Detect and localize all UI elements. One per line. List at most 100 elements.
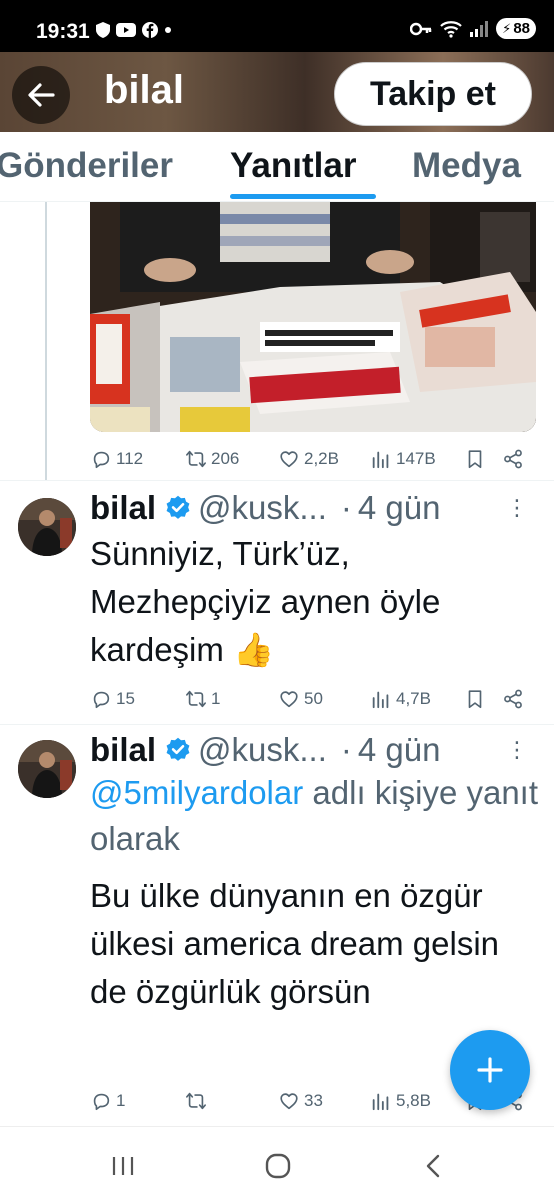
reply-button[interactable]: 15 bbox=[90, 684, 135, 714]
retweet-icon bbox=[186, 1092, 206, 1110]
avatar[interactable] bbox=[18, 498, 76, 556]
tweet-author-name[interactable]: bilal bbox=[90, 489, 156, 527]
like-count: 50 bbox=[304, 689, 323, 708]
reply-count: 15 bbox=[116, 689, 135, 708]
views-button[interactable]: 5,8B bbox=[370, 1086, 431, 1116]
retweet-count: 1 bbox=[211, 689, 221, 708]
like-count: 2,2B bbox=[304, 449, 339, 468]
plus-icon bbox=[477, 1057, 503, 1083]
tweet-actions: 15 1 50 4,7B bbox=[90, 684, 530, 714]
tweet-body: Bu ülke dünyanın en özgür ülkesi america… bbox=[90, 877, 500, 1010]
view-count: 147B bbox=[396, 449, 436, 468]
reply-mention-link[interactable]: @5milyardolar bbox=[90, 774, 303, 811]
arrow-left-icon bbox=[28, 83, 55, 107]
heart-icon bbox=[280, 691, 298, 708]
back-button[interactable] bbox=[12, 66, 70, 124]
status-time: 19:31 bbox=[36, 20, 90, 43]
avatar-photo bbox=[18, 498, 76, 556]
status-bar: 19:31 ⚡ 88 bbox=[0, 0, 554, 52]
tweet-text: Bu ülke dünyanın en özgür ülkesi america… bbox=[90, 872, 540, 1016]
recent-apps-icon bbox=[112, 1157, 134, 1175]
more-options-icon[interactable]: ⋮ bbox=[506, 737, 528, 763]
system-nav-bar bbox=[0, 1126, 554, 1200]
views-icon bbox=[372, 691, 389, 709]
share-icon bbox=[504, 689, 522, 709]
compose-button[interactable] bbox=[450, 1030, 530, 1110]
profile-tabs: Gönderiler Yanıtlar Medya bbox=[0, 132, 554, 202]
like-button[interactable]: 2,2B bbox=[278, 444, 339, 474]
tweet-divider bbox=[0, 724, 554, 725]
like-button[interactable]: 50 bbox=[278, 684, 323, 714]
tweet-divider bbox=[0, 480, 554, 481]
like-button[interactable]: 33 bbox=[278, 1086, 323, 1116]
battery-level: 88 bbox=[513, 20, 530, 37]
active-tab-indicator bbox=[230, 194, 376, 199]
retweet-icon bbox=[186, 690, 206, 708]
share-button[interactable] bbox=[502, 444, 524, 474]
heart-icon bbox=[280, 1093, 298, 1110]
tweet-actions: 112 206 2,2B 147B bbox=[90, 444, 530, 474]
reply-count: 112 bbox=[116, 449, 144, 468]
profile-header: bilal Takip et bbox=[0, 52, 554, 132]
bookmark-icon bbox=[468, 690, 482, 709]
battery-icon: ⚡ 88 bbox=[496, 18, 536, 39]
views-icon bbox=[372, 1093, 389, 1111]
avatar[interactable] bbox=[18, 740, 76, 798]
youtube-icon bbox=[116, 23, 136, 37]
facebook-icon bbox=[142, 22, 158, 38]
reply-context: @5milyardolar adlı kişiye yanıt olarak bbox=[90, 770, 540, 862]
dot-icon bbox=[165, 27, 171, 33]
tweet-text: Sünniyiz, Türk’üz, Mezhepçiyiz aynen öyl… bbox=[90, 530, 540, 674]
reply-button[interactable]: 112 bbox=[90, 444, 143, 474]
share-button[interactable] bbox=[502, 684, 524, 714]
tweet-timestamp[interactable]: 4 gün bbox=[358, 489, 441, 527]
views-icon bbox=[372, 451, 389, 469]
heart-icon bbox=[280, 451, 298, 468]
views-button[interactable]: 4,7B bbox=[370, 684, 431, 714]
tweet-header: bilal @kusk... · 4 gün ⋮ bbox=[90, 488, 540, 528]
retweet-button[interactable]: 206 bbox=[185, 444, 239, 474]
signal-icon bbox=[470, 20, 489, 37]
chevron-left-icon bbox=[426, 1154, 440, 1178]
share-icon bbox=[504, 449, 522, 469]
follow-button[interactable]: Takip et bbox=[334, 62, 532, 126]
tab-media[interactable]: Medya bbox=[412, 146, 521, 186]
retweet-button[interactable] bbox=[185, 1086, 211, 1116]
profile-name: bilal bbox=[104, 68, 185, 112]
bookmark-button[interactable] bbox=[464, 444, 486, 474]
thread-line bbox=[45, 202, 47, 480]
retweet-icon bbox=[186, 450, 206, 468]
home-button[interactable] bbox=[258, 1151, 298, 1181]
bookmark-icon bbox=[468, 450, 482, 469]
tweet-author-name[interactable]: bilal bbox=[90, 731, 156, 769]
bookmark-button[interactable] bbox=[464, 684, 486, 714]
tweet-author-handle[interactable]: @kusk... bbox=[198, 731, 327, 769]
tab-posts[interactable]: Gönderiler bbox=[0, 146, 173, 186]
tab-replies[interactable]: Yanıtlar bbox=[230, 146, 356, 186]
reply-count: 1 bbox=[116, 1091, 126, 1110]
recent-apps-button[interactable] bbox=[103, 1151, 143, 1181]
avatar-photo bbox=[18, 740, 76, 798]
verified-badge-icon bbox=[164, 494, 192, 522]
tweet-author-handle[interactable]: @kusk... bbox=[198, 489, 327, 527]
like-count: 33 bbox=[304, 1091, 323, 1110]
retweet-count: 206 bbox=[211, 449, 240, 468]
wifi-icon bbox=[440, 20, 462, 38]
reply-icon bbox=[93, 451, 110, 469]
notification-icons bbox=[96, 22, 172, 38]
system-icons: ⚡ 88 bbox=[410, 18, 536, 39]
retweet-button[interactable]: 1 bbox=[185, 684, 220, 714]
tweet-timestamp[interactable]: 4 gün bbox=[358, 731, 441, 769]
reply-icon bbox=[93, 691, 110, 709]
views-button[interactable]: 147B bbox=[370, 444, 436, 474]
more-options-icon[interactable]: ⋮ bbox=[506, 495, 528, 521]
back-nav-button[interactable] bbox=[413, 1151, 453, 1181]
reply-icon bbox=[93, 1093, 110, 1111]
view-count: 4,7B bbox=[396, 689, 431, 708]
reply-button[interactable]: 1 bbox=[90, 1086, 125, 1116]
separator-dot: · bbox=[340, 489, 352, 526]
shield-icon bbox=[96, 22, 110, 38]
tweet-media-photo[interactable] bbox=[90, 202, 536, 432]
separator-dot: · bbox=[340, 731, 352, 768]
verified-badge-icon bbox=[164, 736, 192, 764]
